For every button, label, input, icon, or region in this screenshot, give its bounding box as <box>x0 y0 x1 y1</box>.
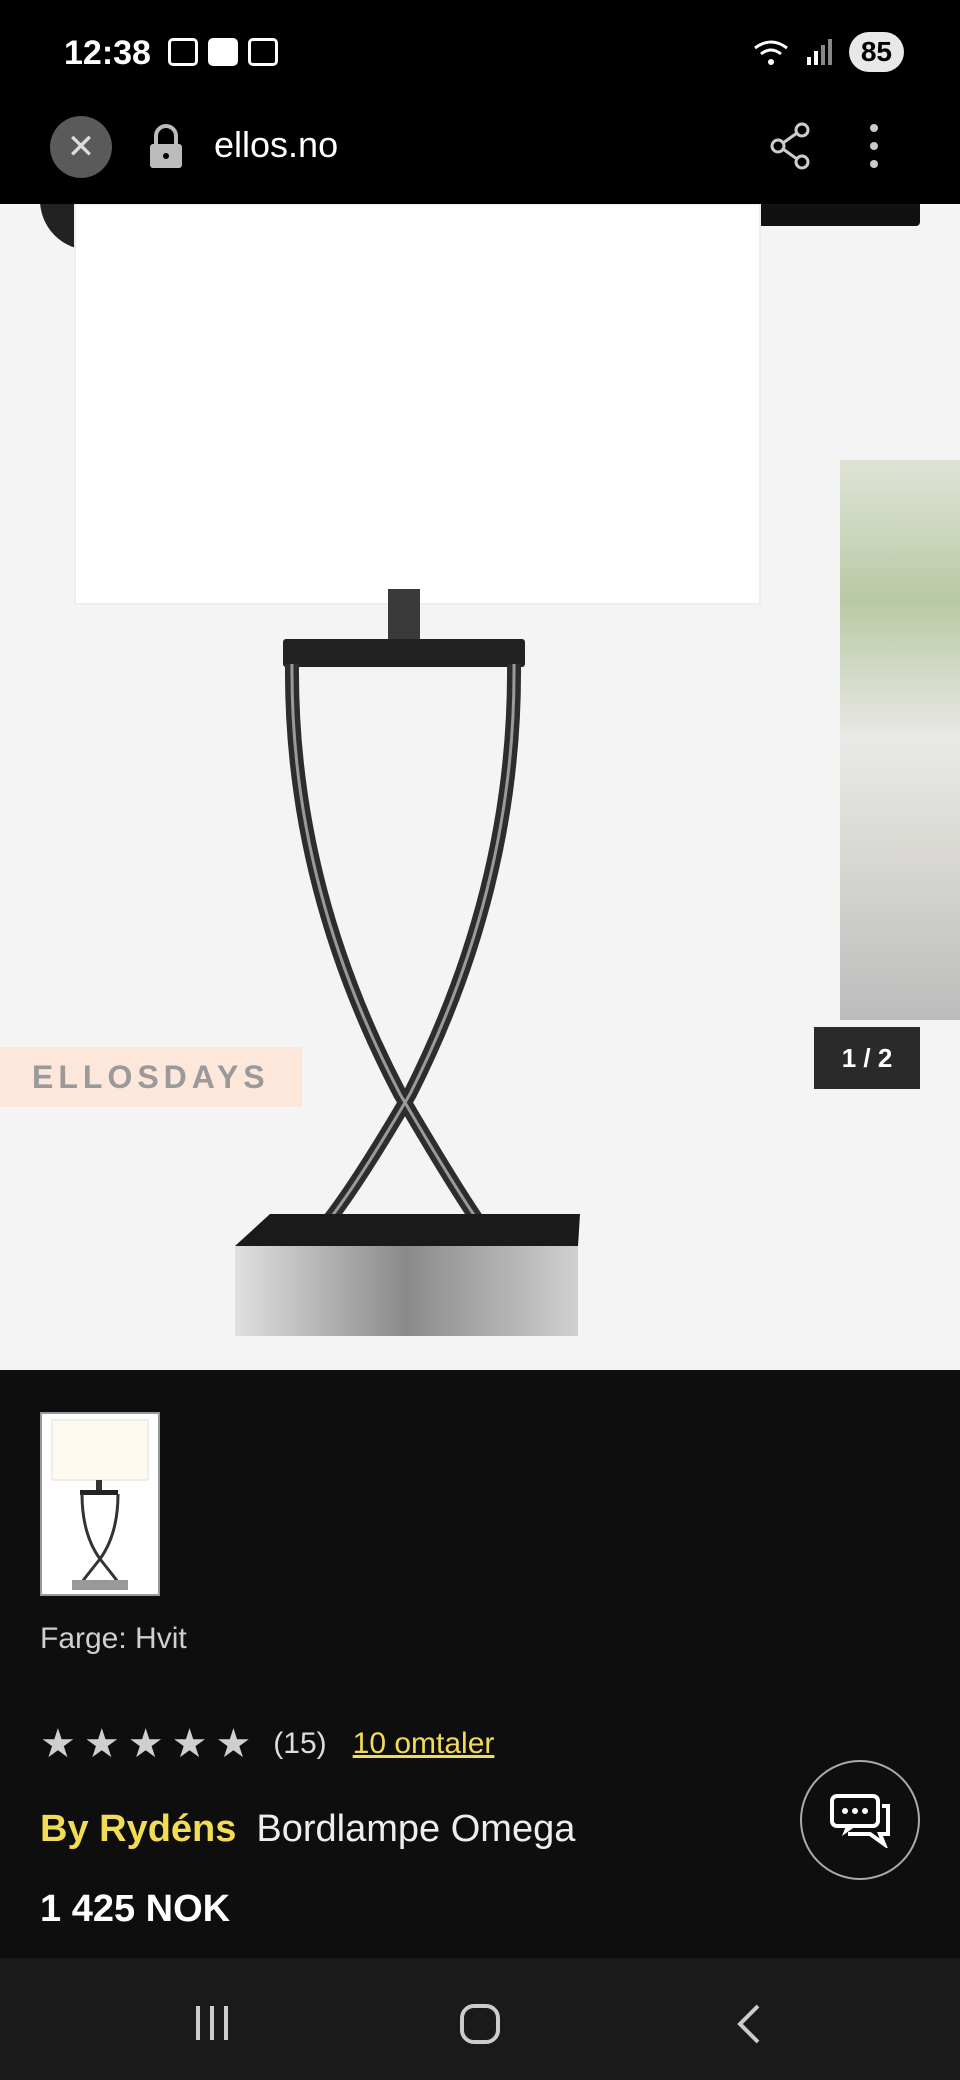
chat-icon <box>830 1794 890 1848</box>
close-icon: ✕ <box>66 128 96 166</box>
close-tab-button[interactable]: ✕ <box>50 116 112 178</box>
thumbnail-image <box>51 1419 149 1590</box>
home-icon[interactable] <box>458 2002 502 2046</box>
back-icon[interactable] <box>734 2002 764 2046</box>
calendar-icon <box>248 38 278 66</box>
status-right: 85 <box>751 32 904 72</box>
star-icon: ★ <box>40 1722 76 1766</box>
rating-row: ★ ★ ★ ★ ★ (15) 10 omtaler <box>40 1724 494 1764</box>
chat-button[interactable] <box>800 1760 920 1880</box>
recent-apps-icon[interactable] <box>192 2002 232 2042</box>
notification-icons <box>168 38 278 66</box>
mail-icon <box>208 38 238 66</box>
wifi-icon <box>753 40 788 65</box>
product-name: Bordlampe Omega <box>256 1808 576 1850</box>
star-icon: ★ <box>215 1722 252 1766</box>
reviews-link[interactable]: 10 omtaler <box>353 1727 495 1761</box>
color-swatch-thumbnail[interactable] <box>40 1412 160 1596</box>
star-icon: ★ <box>83 1722 120 1766</box>
system-nav-bar <box>0 1958 960 2080</box>
battery-indicator: 85 <box>848 32 904 72</box>
lock-icon <box>150 124 182 168</box>
product-image-gallery[interactable] <box>0 204 960 1370</box>
product-price: 1 425 NOK <box>40 1888 231 1930</box>
star-icon: ★ <box>171 1722 208 1766</box>
product-image <box>74 204 761 1336</box>
image-counter: 1 / 2 <box>814 1027 920 1089</box>
screenshot-icon <box>168 38 198 66</box>
product-title: By Rydéns Bordlampe Omega <box>40 1808 575 1851</box>
browser-toolbar <box>0 108 960 204</box>
url-text[interactable]: ellos.no <box>214 124 338 166</box>
status-bar: 12:38 85 <box>0 0 960 108</box>
more-vert-icon[interactable] <box>866 122 882 170</box>
color-label: Farge: Hvit <box>40 1622 187 1655</box>
signal-icon <box>806 39 832 65</box>
rating-count: (15) <box>273 1727 327 1760</box>
star-icon: ★ <box>127 1722 164 1766</box>
share-icon[interactable] <box>768 122 812 170</box>
next-image-preview[interactable] <box>840 460 960 1020</box>
status-time: 12:38 <box>64 34 151 72</box>
campaign-badge: ELLOSDAYS <box>0 1047 302 1107</box>
brand-name[interactable]: By Rydéns <box>40 1808 236 1851</box>
